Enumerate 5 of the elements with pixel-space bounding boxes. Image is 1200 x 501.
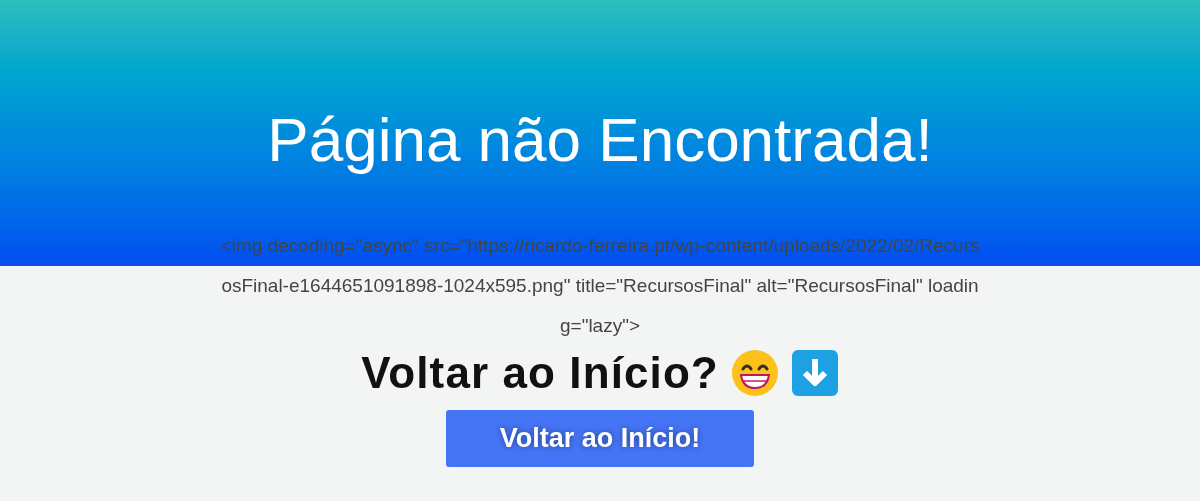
grinning-face-icon: [730, 349, 779, 397]
page-title: Página não Encontrada!: [267, 104, 933, 176]
prompt-heading: Voltar ao Início?: [361, 348, 719, 398]
home-button[interactable]: Voltar ao Início!: [446, 410, 754, 467]
raw-markup-text: <img decoding="async" src="https://ricardo-ferreira.pt/wp-content/uploads/2022/02/RecursosFinal-e1644651091898-1024x595.png" title="RecursosFinal" alt="RecursosFinal" loading="lazy">: [220, 234, 980, 338]
